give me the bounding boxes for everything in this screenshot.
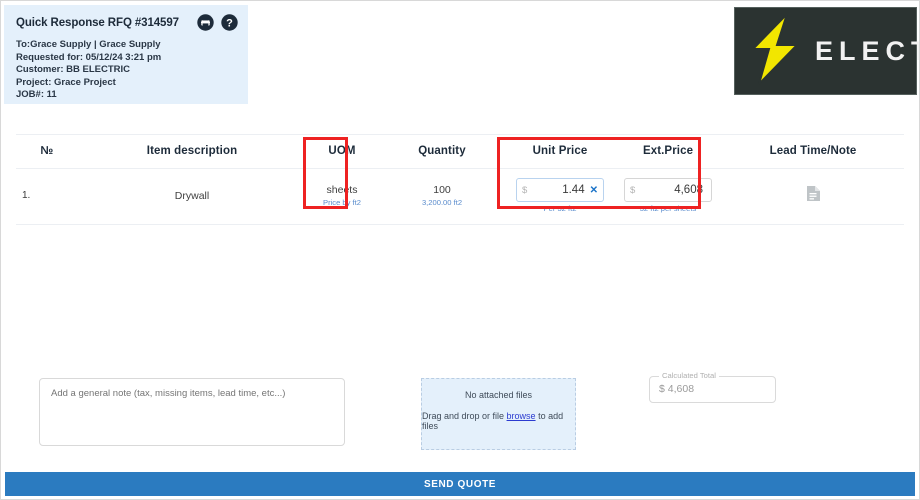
lightning-bolt-icon xyxy=(743,11,805,92)
column-header-unit-price: Unit Price xyxy=(506,134,614,169)
calculated-total-label: Calculated Total xyxy=(659,371,719,380)
note-icon[interactable] xyxy=(806,185,821,206)
column-header-item-description: Item description xyxy=(78,134,306,169)
calculated-total-value: $ 4,608 xyxy=(659,383,694,395)
quantity-cell: 100 3,200.00 ft2 xyxy=(378,168,506,225)
column-header-lead-time-note: Lead Time/Note xyxy=(722,134,904,169)
logo-text: ELECTRIC xyxy=(815,35,919,66)
ext-price-subtext: 32 ft2 per sheets xyxy=(639,204,697,213)
rfq-requested-for: Requested for: 05/12/24 3:21 pm xyxy=(16,51,162,63)
header-icon-group: ? xyxy=(197,14,238,31)
row-number: 1. xyxy=(16,168,78,225)
unit-price-subtext: Per 32 ft2 xyxy=(543,204,577,213)
column-header-quantity: Quantity xyxy=(378,134,506,169)
unit-price-cell: $ 1.44 ✕ Per 32 ft2 xyxy=(506,168,614,225)
lead-time-note-cell[interactable] xyxy=(722,168,904,225)
uom-subtext: Price by ft2 xyxy=(323,198,361,207)
quick-response-rfq-page: Quick Response RFQ #314597 To:Grace Supp… xyxy=(0,0,920,500)
total-currency-symbol: $ xyxy=(659,383,665,395)
rfq-customer: Customer: BB ELECTRIC xyxy=(16,64,131,76)
quantity-value: 100 xyxy=(433,184,451,196)
unit-price-value[interactable]: 1.44 xyxy=(527,184,587,196)
item-description-value: Drywall xyxy=(174,189,210,202)
column-header-uom: UOM xyxy=(306,134,378,169)
general-note-input[interactable] xyxy=(39,378,345,446)
calculated-total-field: Calculated Total $ 4,608 xyxy=(649,371,776,403)
table-row: 1. Drywall sheets Price by ft2 100 3,200… xyxy=(16,168,904,225)
no-attached-files-label: No attached files xyxy=(464,390,533,400)
svg-text:?: ? xyxy=(226,17,233,29)
unit-price-input[interactable]: $ 1.44 ✕ xyxy=(516,178,604,202)
drag-drop-hint: Drag and drop or file browse to add file… xyxy=(422,411,575,431)
browse-link[interactable]: browse xyxy=(507,411,536,421)
table-header-row: № Item description UOM Quantity Unit Pri… xyxy=(16,134,904,169)
print-icon[interactable] xyxy=(197,14,214,31)
rfq-project: Project: Grace Project xyxy=(16,76,116,88)
ext-price-input[interactable]: $ 4,608 xyxy=(624,178,712,202)
uom-cell: sheets Price by ft2 xyxy=(306,168,378,225)
rfq-info-panel: Quick Response RFQ #314597 To:Grace Supp… xyxy=(4,5,248,104)
file-dropzone[interactable]: No attached files Drag and drop or file … xyxy=(421,378,576,450)
ext-price-cell: $ 4,608 32 ft2 per sheets xyxy=(614,168,722,225)
help-icon[interactable]: ? xyxy=(221,14,238,31)
drag-drop-prefix: Drag and drop or file xyxy=(422,411,507,421)
send-quote-button[interactable]: SEND QUOTE xyxy=(5,472,915,496)
column-header-ext-price: Ext.Price xyxy=(614,134,722,169)
total-amount: 4,608 xyxy=(667,383,695,395)
line-items-table: № Item description UOM Quantity Unit Pri… xyxy=(16,134,904,225)
quantity-subtext: 3,200.00 ft2 xyxy=(421,198,463,207)
rfq-recipient: To:Grace Supply | Grace Supply xyxy=(16,39,161,50)
company-logo: ELECTRIC xyxy=(734,7,919,95)
clear-icon[interactable]: ✕ xyxy=(588,185,598,196)
rfq-job-number: JOB#: 11 xyxy=(16,89,57,101)
uom-value: sheets xyxy=(326,184,358,196)
item-description-cell: Drywall xyxy=(78,168,306,225)
column-header-no: № xyxy=(16,134,78,169)
ext-price-value[interactable]: 4,608 xyxy=(635,184,706,196)
